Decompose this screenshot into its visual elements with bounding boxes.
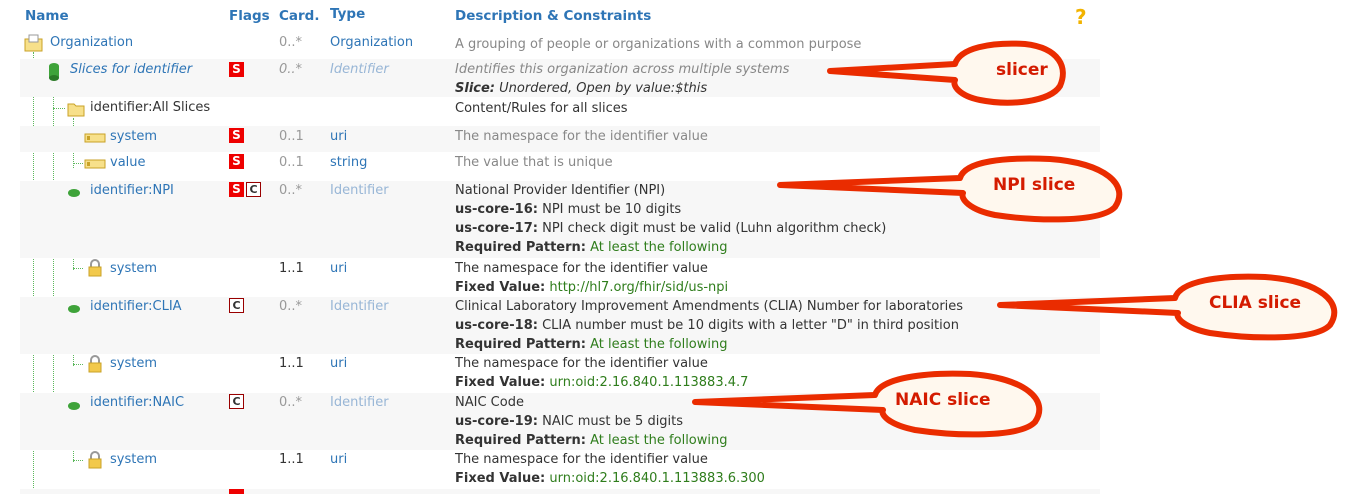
row-card: 1..1 bbox=[279, 261, 304, 276]
header-flags: Flags bbox=[229, 8, 270, 24]
row-card: 0..* bbox=[279, 62, 303, 77]
table-row: system S 0..1 uri The namespace for the … bbox=[20, 126, 1100, 152]
folder-icon bbox=[67, 101, 85, 121]
row-name[interactable]: system bbox=[110, 452, 157, 467]
row-name[interactable]: identifier:NPI bbox=[90, 183, 174, 198]
row-type[interactable]: string bbox=[330, 155, 367, 170]
row-desc: The namespace for the identifier value bbox=[455, 129, 708, 144]
row-type[interactable]: uri bbox=[330, 129, 347, 144]
row-name[interactable]: system bbox=[110, 261, 157, 276]
row-card: 0..* bbox=[279, 395, 303, 410]
row-name: identifier:All Slices bbox=[90, 100, 211, 115]
row-type[interactable]: uri bbox=[330, 452, 347, 467]
row-name[interactable]: identifier:CLIA bbox=[90, 299, 182, 314]
callout-label: NPI slice bbox=[993, 175, 1076, 195]
table-row: identifier:CLIA C 0..* Identifier Clinic… bbox=[20, 297, 1100, 354]
callout-naic: NAIC slice bbox=[690, 370, 1060, 444]
row-desc: Content/Rules for all slices bbox=[455, 101, 628, 116]
resource-icon bbox=[24, 34, 44, 56]
row-desc: NAIC Code us-core-19: NAIC must be 5 dig… bbox=[455, 395, 728, 448]
slice-element-icon bbox=[67, 400, 81, 415]
flag-summary-icon: S bbox=[229, 154, 246, 169]
row-name[interactable]: identifier:NAIC bbox=[90, 395, 184, 410]
flag-constraint-icon: C bbox=[246, 182, 261, 197]
callout-npi: NPI slice bbox=[775, 155, 1135, 229]
flag-summary-icon: S bbox=[229, 128, 246, 143]
row-desc: Identifies this organization across mult… bbox=[455, 62, 790, 96]
slice-element-icon bbox=[67, 303, 81, 318]
flag-constraint-icon: C bbox=[229, 298, 244, 313]
row-desc: Clinical Laboratory Improvement Amendmen… bbox=[455, 299, 964, 352]
lock-icon bbox=[87, 451, 103, 473]
row-desc: A grouping of people or organizations wi… bbox=[455, 37, 862, 52]
table-header: Name Flags Card. Type Description & Cons… bbox=[0, 0, 1100, 30]
row-card: 1..1 bbox=[279, 452, 304, 467]
row-card: 0..* bbox=[279, 183, 303, 198]
flag-summary-icon: S bbox=[229, 62, 246, 77]
row-type[interactable]: Organization bbox=[330, 35, 413, 50]
callout-clia: CLIA slice bbox=[995, 273, 1345, 347]
row-type[interactable]: Identifier bbox=[330, 395, 389, 410]
flag-constraint-icon: C bbox=[229, 394, 244, 409]
primitive-icon bbox=[84, 132, 106, 148]
row-card: 1..1 bbox=[279, 356, 304, 371]
callout-slicer: slicer bbox=[820, 38, 1070, 112]
table-row: system 1..1 uri The namespace for the id… bbox=[20, 451, 1100, 488]
flag-summary-icon: S bbox=[229, 182, 244, 197]
row-card: 0..* bbox=[279, 299, 303, 314]
row-name[interactable]: system bbox=[110, 356, 157, 371]
header-desc: Description & Constraints bbox=[455, 8, 652, 24]
row-name[interactable]: Organization bbox=[50, 35, 133, 50]
help-icon[interactable]: ? bbox=[1075, 7, 1091, 27]
row-type[interactable]: uri bbox=[330, 261, 347, 276]
table-row-partial bbox=[20, 489, 1100, 494]
row-type[interactable]: Identifier bbox=[330, 183, 389, 198]
row-name[interactable]: system bbox=[110, 129, 157, 144]
slice-element-icon bbox=[67, 187, 81, 202]
flags: SC bbox=[229, 182, 261, 197]
table-row: system 1..1 uri The namespace for the id… bbox=[20, 259, 1100, 296]
row-desc: The namespace for the identifier value F… bbox=[455, 261, 729, 295]
row-name[interactable]: value bbox=[110, 155, 146, 170]
flag-summary-icon bbox=[229, 489, 244, 494]
callout-label: NAIC slice bbox=[895, 390, 991, 410]
row-desc: The namespace for the identifier value F… bbox=[455, 452, 765, 486]
row-type[interactable]: Identifier bbox=[330, 299, 389, 314]
row-card: 0..1 bbox=[279, 129, 304, 144]
row-type[interactable]: uri bbox=[330, 356, 347, 371]
callout-label: CLIA slice bbox=[1209, 293, 1302, 313]
row-card: 0..* bbox=[279, 35, 303, 50]
row-desc: The value that is unique bbox=[455, 155, 613, 170]
lock-icon bbox=[87, 355, 103, 377]
callout-label: slicer bbox=[996, 60, 1048, 80]
header-type: Type bbox=[330, 6, 366, 22]
header-card: Card. bbox=[279, 8, 320, 24]
lock-icon bbox=[87, 259, 103, 281]
row-card: 0..1 bbox=[279, 155, 304, 170]
row-type[interactable]: Identifier bbox=[330, 62, 389, 77]
slice-icon bbox=[47, 62, 61, 86]
header-name: Name bbox=[25, 8, 69, 24]
row-name[interactable]: Slices for identifier bbox=[70, 62, 192, 77]
primitive-icon bbox=[84, 158, 106, 174]
